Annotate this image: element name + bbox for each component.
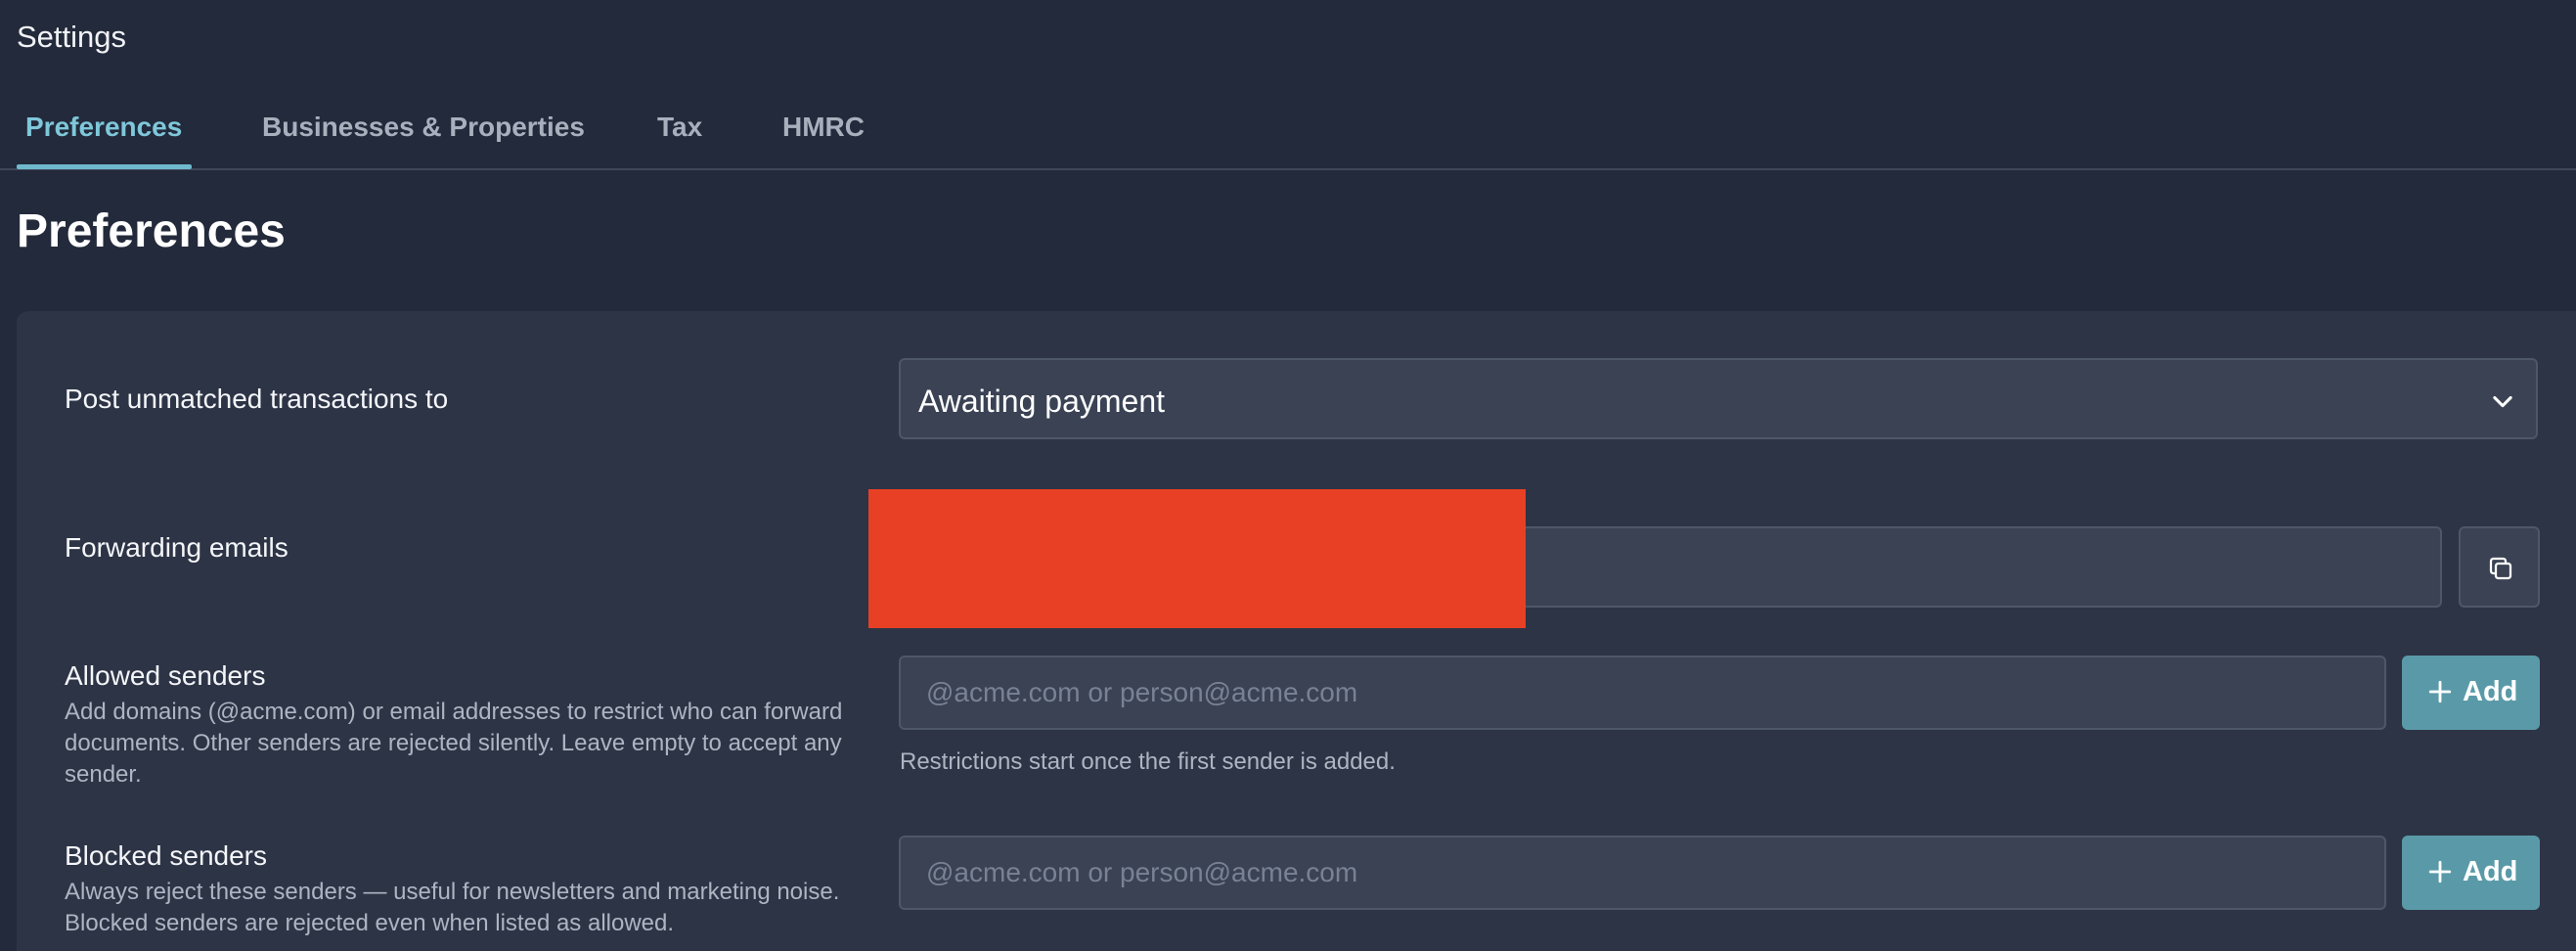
- post-unmatched-selected-value: Awaiting payment: [918, 384, 1165, 419]
- allowed-senders-placeholder: @acme.com or person@acme.com: [926, 677, 1358, 707]
- tab-hmrc[interactable]: HMRC: [782, 112, 865, 143]
- settings-tabs: Preferences Businesses & Properties Tax …: [0, 106, 2576, 170]
- tab-preferences[interactable]: Preferences: [25, 112, 182, 143]
- plus-icon: [2428, 680, 2452, 703]
- add-allowed-sender-button[interactable]: Add: [2402, 656, 2540, 730]
- chevron-down-icon: [2493, 395, 2512, 408]
- forwarding-emails-label: Forwarding emails: [65, 532, 289, 563]
- tab-businesses-properties[interactable]: Businesses & Properties: [262, 112, 585, 143]
- copy-email-button[interactable]: [2459, 526, 2540, 608]
- active-tab-indicator: [17, 164, 192, 169]
- blocked-senders-input[interactable]: @acme.com or person@acme.com: [899, 836, 2386, 910]
- redaction-block: [868, 489, 1526, 628]
- blocked-senders-title: Blocked senders: [65, 840, 268, 871]
- tab-tax[interactable]: Tax: [657, 112, 702, 143]
- allowed-senders-input[interactable]: @acme.com or person@acme.com: [899, 656, 2386, 730]
- post-unmatched-label: Post unmatched transactions to: [65, 384, 449, 414]
- blocked-senders-placeholder: @acme.com or person@acme.com: [926, 857, 1358, 887]
- page-title: Preferences: [17, 205, 286, 257]
- copy-icon: [2489, 557, 2512, 580]
- allowed-senders-hint: Restrictions start once the first sender…: [900, 748, 1396, 775]
- blocked-senders-description: Always reject these senders — useful for…: [65, 879, 840, 936]
- add-allowed-sender-label: Add: [2463, 676, 2518, 707]
- add-blocked-sender-button[interactable]: Add: [2402, 836, 2540, 910]
- allowed-senders-description: Add domains (@acme.com) or email address…: [65, 699, 843, 788]
- plus-icon: [2428, 860, 2452, 883]
- add-blocked-sender-label: Add: [2463, 856, 2518, 887]
- post-unmatched-select[interactable]: Awaiting payment: [899, 358, 2538, 439]
- app-title: Settings: [17, 20, 127, 54]
- allowed-senders-title: Allowed senders: [65, 660, 266, 691]
